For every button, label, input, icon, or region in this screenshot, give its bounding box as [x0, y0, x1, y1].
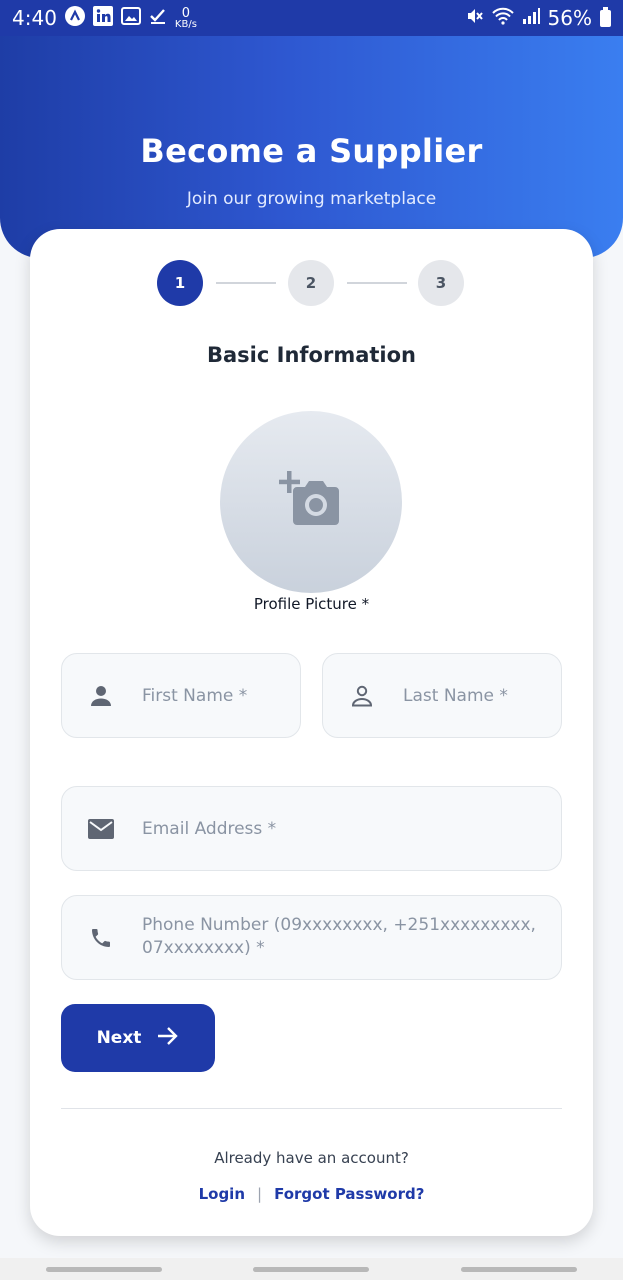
- registration-card: 1 2 3 Basic Information Profile Picture …: [30, 229, 593, 1236]
- mute-icon: [466, 7, 484, 29]
- image-icon: [120, 7, 141, 29]
- wifi-icon: [491, 7, 514, 29]
- account-question: Already have an account?: [214, 1149, 409, 1167]
- first-name-input[interactable]: [140, 679, 284, 712]
- first-name-field: [61, 653, 301, 738]
- email-field: [61, 786, 562, 871]
- battery-percent: 56%: [547, 6, 592, 30]
- add-photo-icon: [279, 471, 343, 533]
- last-name-field: [322, 653, 562, 738]
- divider: [61, 1108, 562, 1109]
- linkedin-icon: [92, 6, 113, 30]
- battery-icon: [600, 6, 611, 27]
- phone-icon: [88, 925, 114, 951]
- step-1: 1: [157, 260, 203, 306]
- forgot-password-link[interactable]: Forgot Password?: [274, 1185, 424, 1203]
- mail-icon: [88, 816, 114, 842]
- last-name-input[interactable]: [401, 679, 545, 712]
- network-speed: 0 KB/s: [175, 7, 197, 30]
- nav-home-button[interactable]: [253, 1266, 370, 1272]
- status-left: 4:40 0 KB/s: [12, 6, 197, 30]
- arrow-right-icon: [157, 1026, 179, 1051]
- nav-recents-button[interactable]: [45, 1266, 162, 1272]
- step-connector: [216, 282, 276, 284]
- status-time: 4:40: [12, 6, 57, 30]
- link-separator: |: [257, 1185, 263, 1203]
- login-link[interactable]: Login: [199, 1185, 245, 1203]
- network-speed-value: 0: [181, 5, 191, 21]
- phone-input[interactable]: [140, 912, 545, 964]
- page-subtitle: Join our growing marketplace: [186, 189, 437, 209]
- person-outline-icon: [349, 683, 375, 709]
- phone-field: [61, 895, 562, 980]
- next-button[interactable]: Next: [61, 1004, 215, 1072]
- step-connector: [347, 282, 407, 284]
- signal-icon: [522, 7, 540, 29]
- page-title: Become a Supplier: [140, 132, 483, 170]
- header-banner: Become a Supplier Join our growing marke…: [0, 36, 623, 258]
- step-2: 2: [288, 260, 334, 306]
- profile-picture-label: Profile Picture *: [253, 595, 370, 613]
- system-nav-bar: [0, 1258, 623, 1280]
- checkmark-icon: [149, 7, 167, 29]
- status-bar: 4:40 0 KB/s 56%: [0, 0, 623, 36]
- nav-back-button[interactable]: [461, 1266, 578, 1272]
- profile-picture-upload[interactable]: [220, 411, 402, 593]
- section-title: Basic Information: [207, 343, 416, 367]
- network-speed-unit: KB/s: [174, 18, 197, 30]
- auth-links: Login | Forgot Password?: [30, 1185, 593, 1203]
- status-right: 56%: [466, 6, 611, 30]
- app-icon: [64, 6, 85, 30]
- email-input[interactable]: [140, 812, 545, 845]
- person-icon: [88, 683, 114, 709]
- next-button-label: Next: [96, 1028, 142, 1048]
- step-3: 3: [418, 260, 464, 306]
